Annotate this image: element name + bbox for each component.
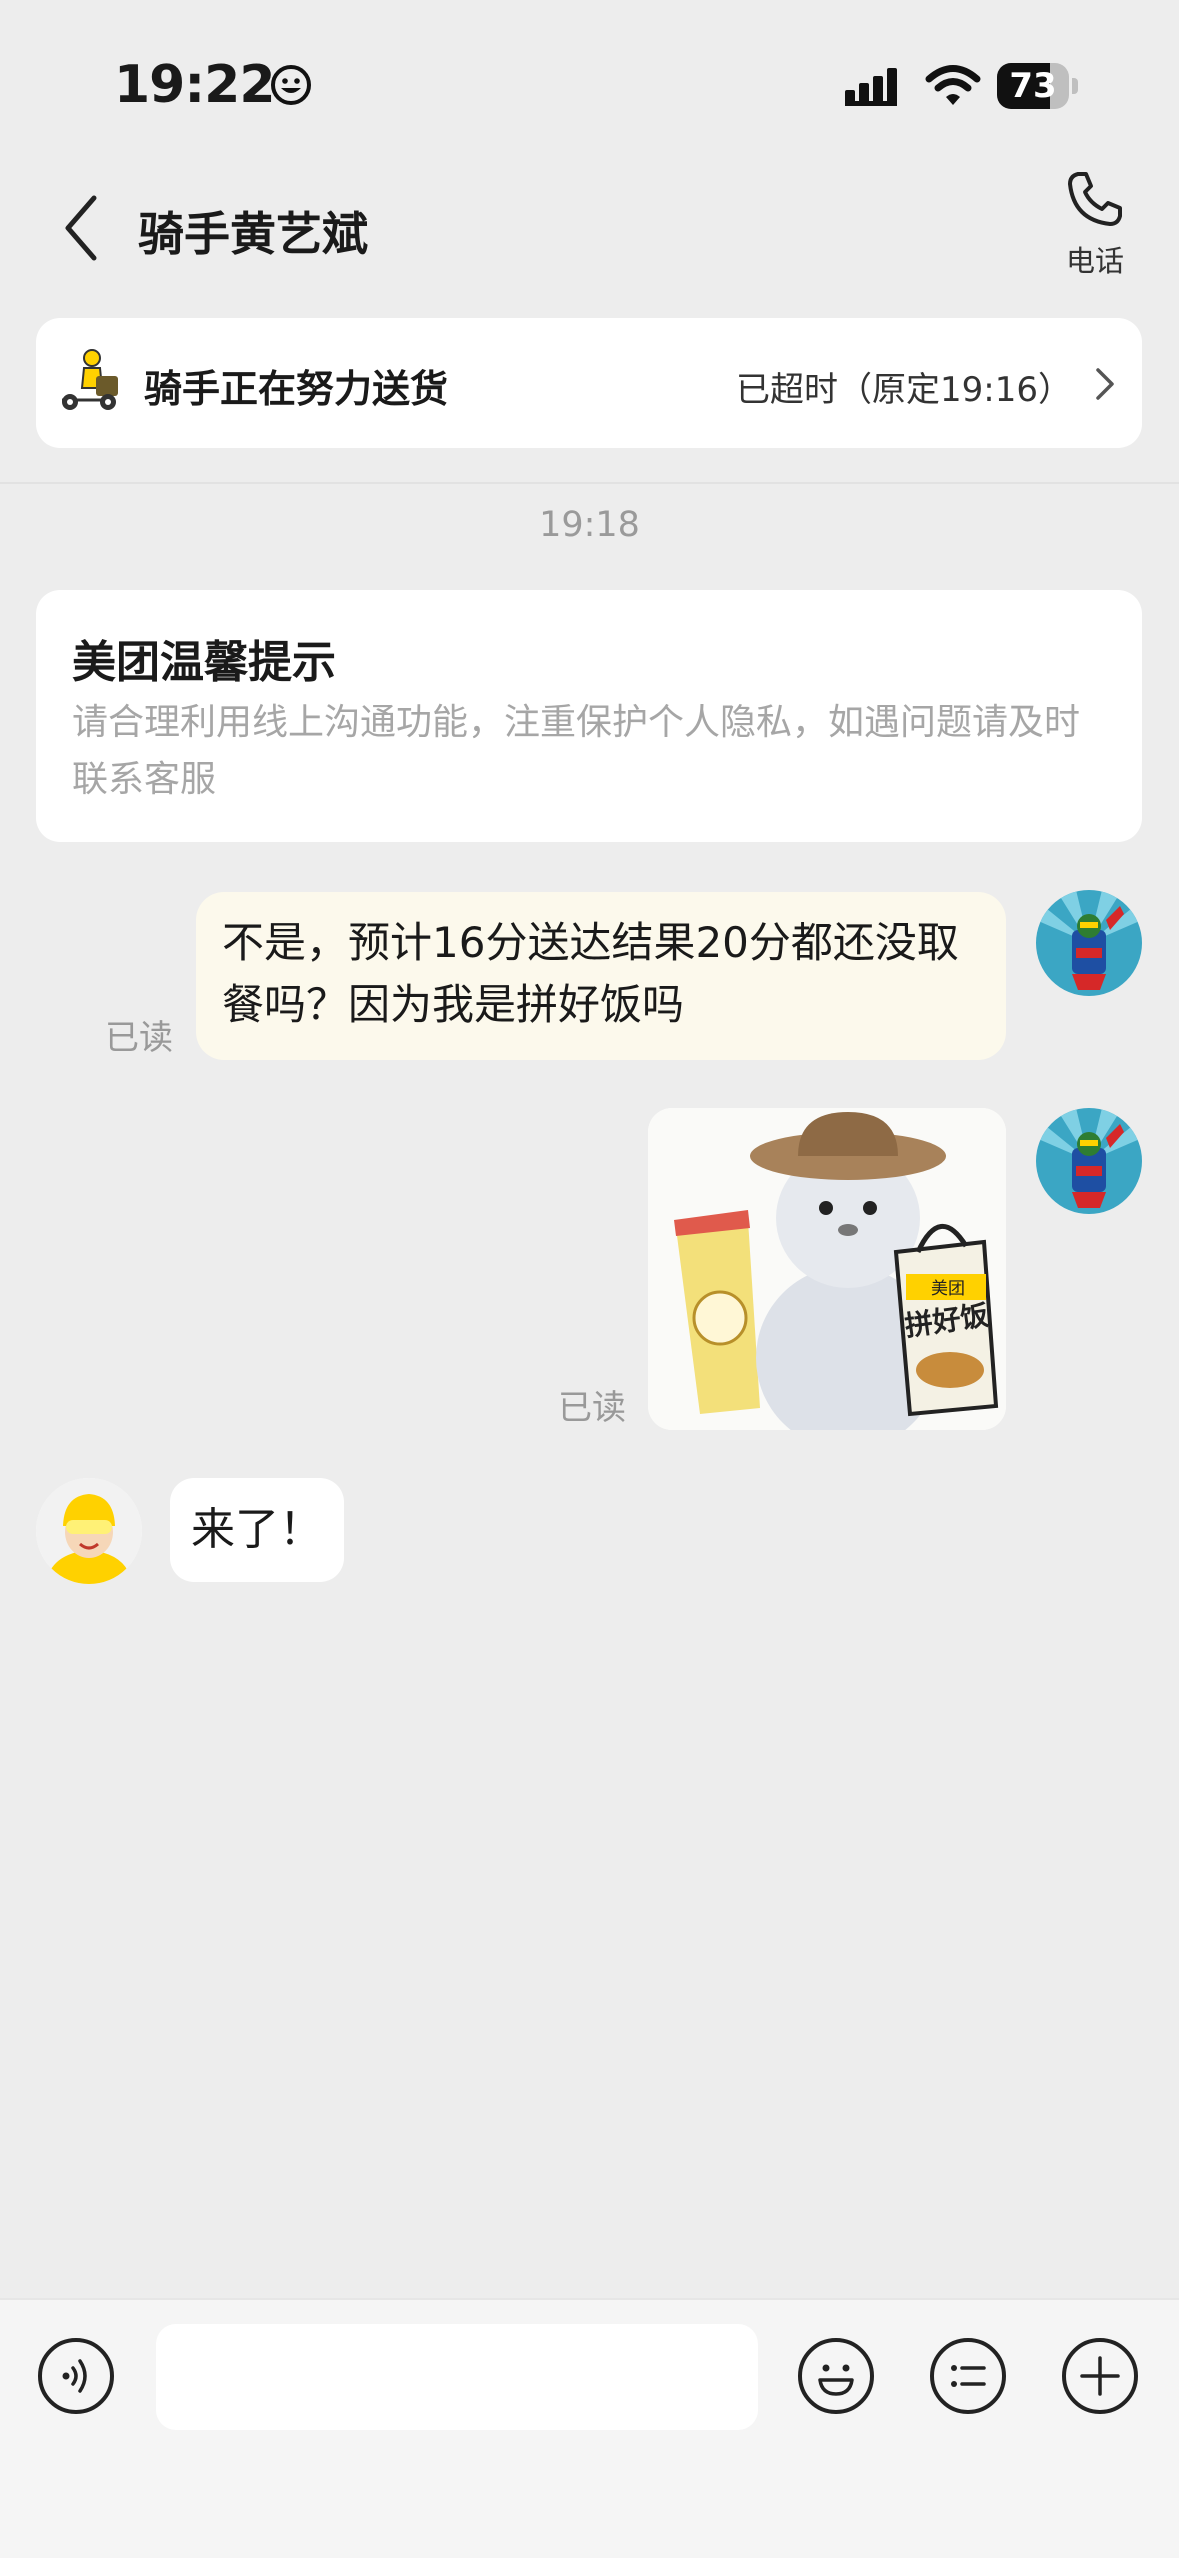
cellular-signal-icon bbox=[845, 68, 897, 106]
read-receipt: 已读 bbox=[558, 1388, 626, 1428]
page-title: 骑手黄艺斌 bbox=[138, 207, 368, 261]
phone-icon bbox=[1068, 172, 1122, 226]
emoji-icon bbox=[818, 2364, 854, 2396]
chevron-left-icon[interactable] bbox=[58, 192, 108, 264]
avatar-image bbox=[36, 1478, 142, 1584]
message-input[interactable] bbox=[156, 2324, 758, 2430]
emoji-button[interactable] bbox=[798, 2338, 874, 2414]
message-text: 来了！ bbox=[191, 1504, 323, 1555]
meituan-tip-card: 美团温馨提示 请合理利用线上沟通功能，注重保护个人隐私，如遇问题请及时联系客服 bbox=[36, 590, 1142, 842]
rider-status-text: 骑手正在努力送货 bbox=[144, 367, 449, 411]
divider bbox=[0, 482, 1179, 484]
cat-sticker-image: 美团 拼好饭 bbox=[648, 1108, 1006, 1430]
wifi-icon bbox=[925, 65, 981, 105]
battery-level-text: 73 bbox=[1009, 66, 1057, 106]
more-button[interactable] bbox=[1062, 2338, 1138, 2414]
sticker-image[interactable]: 美团 拼好饭 bbox=[648, 1108, 1006, 1430]
message-text: 不是，预计16分送达结果20分都还没取餐吗？因为我是拼好饭吗 bbox=[222, 918, 959, 1029]
avatar-image bbox=[1036, 890, 1142, 996]
rider-message-bubble[interactable]: 来了！ bbox=[170, 1478, 344, 1582]
rider-eta-text: 已超时（原定19:16） bbox=[736, 370, 1072, 410]
my-avatar[interactable] bbox=[1036, 890, 1142, 996]
voice-button[interactable] bbox=[38, 2338, 114, 2414]
status-time: 19:22 bbox=[114, 55, 276, 115]
battery-indicator: 73 bbox=[997, 63, 1079, 109]
tip-body: 请合理利用线上沟通功能，注重保护个人隐私，如遇问题请及时联系客服 bbox=[72, 702, 1081, 800]
message-input-bar bbox=[0, 2298, 1179, 2558]
phone-label: 电话 bbox=[1065, 244, 1124, 278]
voice-icon bbox=[62, 2359, 87, 2393]
my-message-bubble[interactable]: 不是，预计16分送达结果20分都还没取餐吗？因为我是拼好饭吗 bbox=[196, 892, 1006, 1060]
phone-call-button[interactable]: 电话 bbox=[1052, 168, 1142, 278]
delivery-rider-icon bbox=[62, 349, 118, 410]
avatar-image bbox=[1036, 1108, 1142, 1214]
smiley-status-icon bbox=[271, 65, 311, 105]
quick-reply-button[interactable] bbox=[930, 2338, 1006, 2414]
chat-timestamp: 19:18 bbox=[539, 505, 640, 545]
sticker-brand-text: 美团 bbox=[931, 1279, 965, 1299]
tip-title: 美团温馨提示 bbox=[72, 637, 336, 688]
plus-icon bbox=[1080, 2356, 1120, 2396]
read-receipt: 已读 bbox=[105, 1018, 173, 1058]
chevron-right-icon bbox=[1096, 368, 1114, 400]
rider-status-card[interactable]: 骑手正在努力送货 已超时（原定19:16） bbox=[36, 318, 1142, 448]
rider-avatar[interactable] bbox=[36, 1478, 142, 1584]
my-avatar[interactable] bbox=[1036, 1108, 1142, 1214]
list-icon bbox=[951, 2365, 986, 2387]
